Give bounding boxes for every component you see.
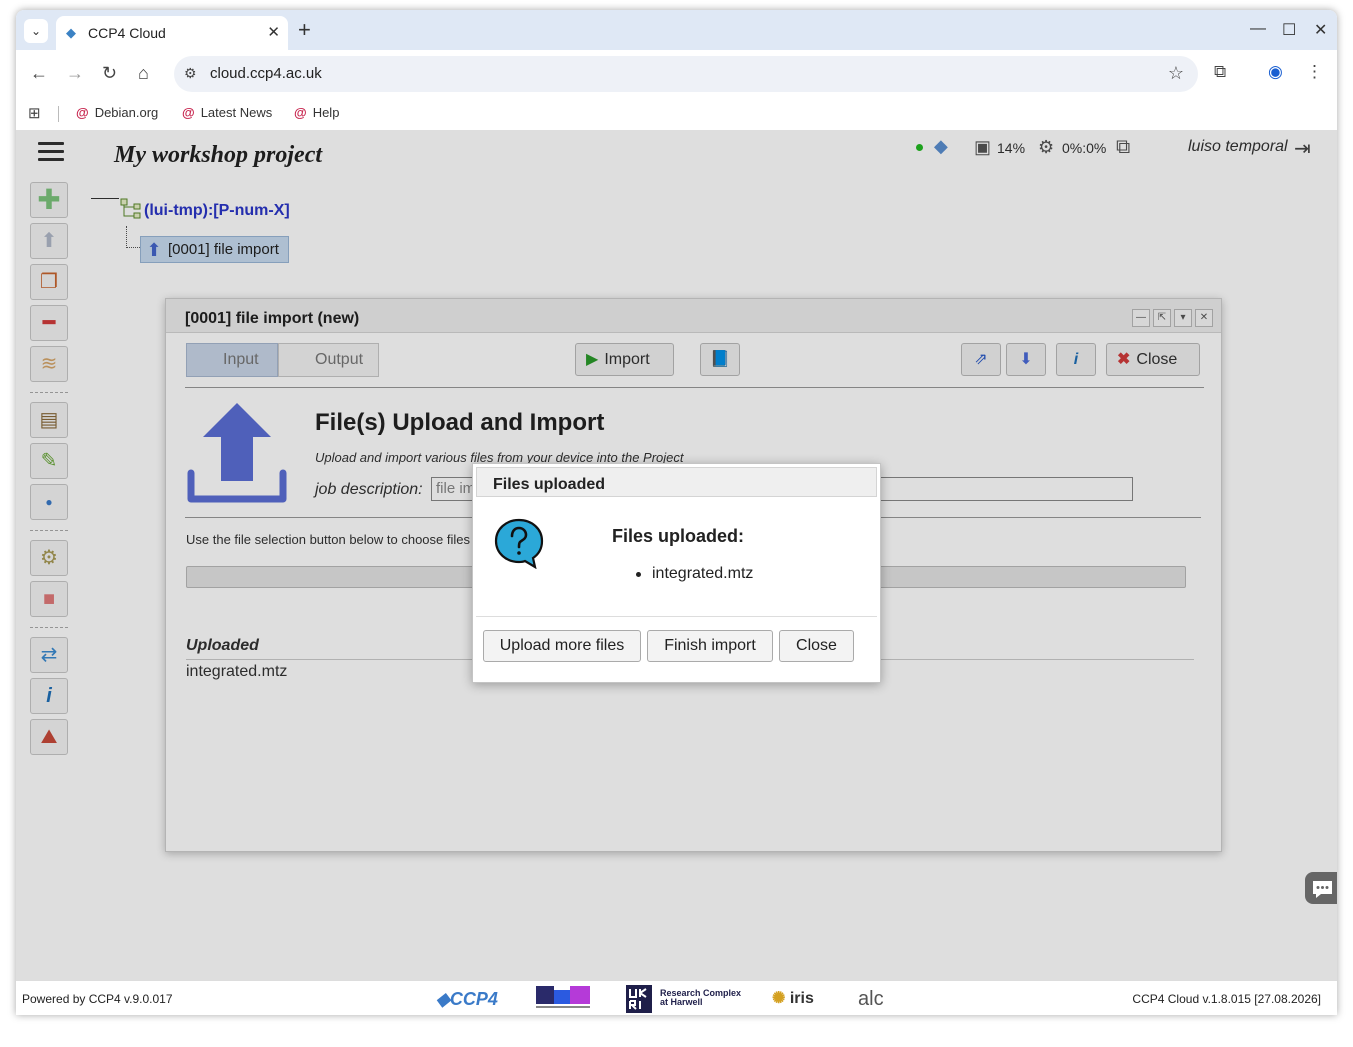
footer-powered-by: Powered by CCP4 v.9.0.017 (22, 992, 173, 1006)
debian-swirl-icon: @ (182, 105, 195, 120)
debian-swirl-icon: @ (294, 105, 307, 120)
upload-more-files-button[interactable]: Upload more files (483, 630, 641, 662)
bookmark-debian[interactable]: @ Debian.org (76, 105, 158, 120)
chat-button[interactable] (1305, 872, 1337, 904)
rch-logo-text: Research Complex at Harwell (660, 988, 742, 1007)
site-info-icon[interactable]: ⚙ (184, 65, 197, 82)
tab-close-icon[interactable]: ✕ (267, 23, 280, 41)
modal-titlebar[interactable]: Files uploaded (476, 467, 877, 497)
ccp4-logo-text: CCP4 (449, 989, 498, 1009)
modal-title: Files uploaded (493, 476, 606, 493)
bookmark-label: Debian.org (94, 105, 159, 120)
debian-swirl-icon: @ (76, 105, 89, 120)
app-footer: Powered by CCP4 v.9.0.017 ◆CCP4 Research… (16, 980, 1337, 1015)
bookmark-separator (58, 106, 59, 122)
finish-import-button[interactable]: Finish import (647, 630, 773, 662)
apps-grid-icon[interactable]: ⊞ (28, 104, 41, 122)
url-text: cloud.ccp4.ac.uk (210, 65, 322, 82)
ccp4-favicon-icon: ◆ (66, 25, 76, 40)
address-bar[interactable]: ⚙ cloud.ccp4.ac.uk ☆ (174, 56, 1198, 92)
ccp4-logo: ◆CCP4 (436, 989, 498, 1009)
back-icon[interactable]: ← (30, 63, 48, 84)
bookmark-star-icon[interactable]: ☆ (1168, 63, 1184, 84)
forward-icon[interactable]: → (66, 63, 84, 84)
browser-toolbar: ← → ↻ ⌂ ⚙ cloud.ccp4.ac.uk ☆ ⧉ ◉ ⋮ (16, 50, 1337, 98)
reload-icon[interactable]: ↻ (102, 63, 117, 84)
modal-divider (476, 616, 877, 617)
window-close-icon[interactable]: ✕ (1314, 20, 1327, 40)
modal-file-item: integrated.mtz (635, 565, 754, 582)
minimize-icon[interactable]: — (1250, 20, 1266, 38)
footer-version: CCP4 Cloud v.1.8.015 [27.08.2026] (1132, 992, 1321, 1006)
ukri-logo (626, 985, 652, 1013)
iris-logo-text: iris (789, 990, 814, 1007)
tab-bar: ⌄ ◆ CCP4 Cloud ✕ + — ☐ ✕ (16, 10, 1337, 50)
chat-bubble-icon (1313, 881, 1332, 898)
home-icon[interactable]: ⌂ (138, 63, 149, 84)
alc-logo: alc (858, 988, 884, 1010)
ukri-stfc-logo (536, 986, 590, 1008)
modal-heading: Files uploaded: (612, 526, 745, 546)
modal-close-button[interactable]: Close (779, 630, 854, 662)
question-icon (494, 518, 544, 569)
bookmark-label: Help (312, 105, 340, 120)
maximize-icon[interactable]: ☐ (1282, 20, 1296, 40)
profile-icon[interactable]: ◉ (1268, 62, 1283, 82)
files-uploaded-modal: Files uploaded Files uploaded: integrate… (472, 463, 881, 683)
bookmark-help[interactable]: @ Help (294, 105, 339, 120)
iris-logo: ✺ iris (772, 990, 814, 1007)
tab-search-dropdown[interactable]: ⌄ (24, 19, 48, 43)
bookmark-latest-news[interactable]: @ Latest News (182, 105, 272, 120)
menu-kebab-icon[interactable]: ⋮ (1306, 62, 1323, 82)
tab-title: CCP4 Cloud (88, 25, 166, 41)
bookmark-label: Latest News (200, 105, 273, 120)
extensions-icon[interactable]: ⧉ (1214, 62, 1226, 82)
browser-window: ⌄ ◆ CCP4 Cloud ✕ + — ☐ ✕ ← → ↻ ⌂ ⚙ cloud… (16, 10, 1337, 1015)
browser-tab[interactable]: ◆ CCP4 Cloud ✕ (56, 16, 288, 50)
new-tab-icon[interactable]: + (298, 18, 311, 42)
bookmarks-bar: ⊞ @ Debian.org @ Latest News @ Help (16, 98, 1337, 130)
